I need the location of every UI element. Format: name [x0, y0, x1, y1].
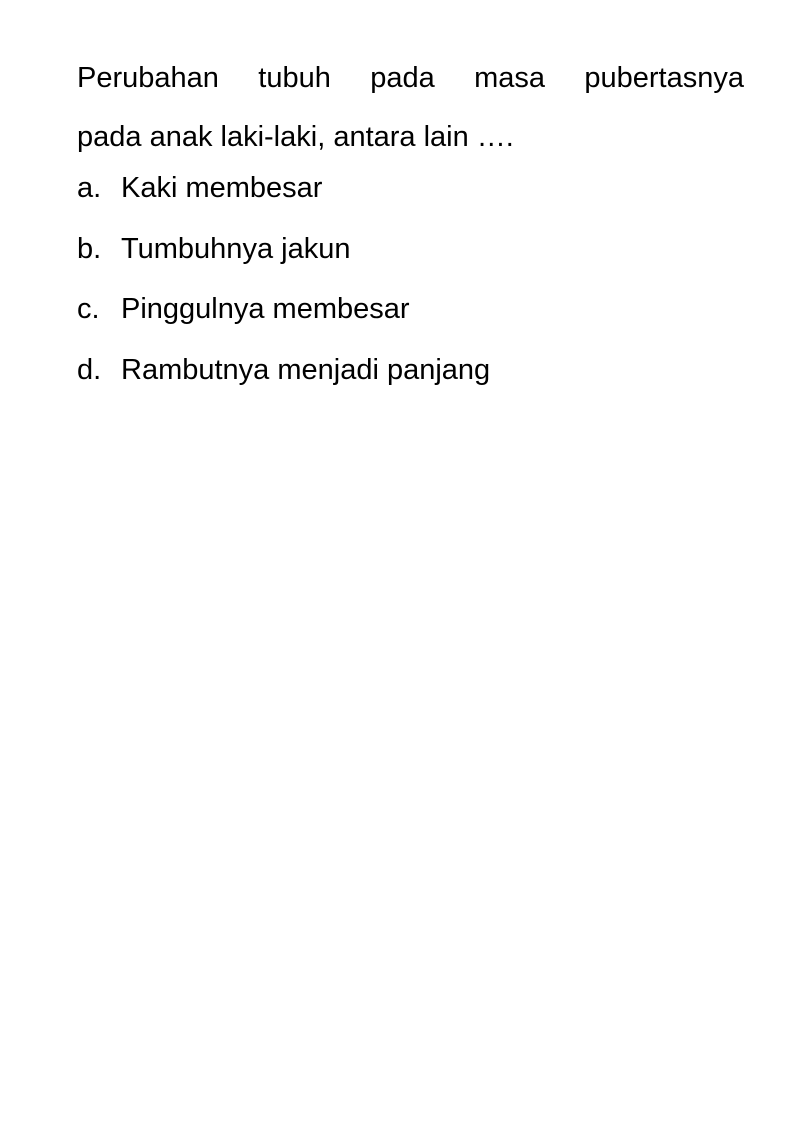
- option-d: d. Rambutnya menjadi panjang: [77, 340, 744, 401]
- option-letter: d.: [77, 353, 102, 386]
- option-text: Rambutnya menjadi panjang: [121, 353, 491, 386]
- option-letter: c.: [77, 293, 100, 325]
- option-text: Pinggulnya membesar: [121, 293, 410, 325]
- option-text: Tumbuhnya jakun: [121, 232, 351, 265]
- question-line-1: Perubahan tubuh pada masa pubertasnya: [77, 62, 744, 94]
- option-c: c. Pinggulnya membesar: [77, 279, 744, 340]
- option-letter: a.: [77, 172, 102, 204]
- document-page: Perubahan tubuh pada masa pubertasnya pa…: [0, 0, 794, 1123]
- option-letter: b.: [77, 232, 102, 265]
- option-text: Kaki membesar: [121, 172, 323, 204]
- option-a: a. Kaki membesar: [77, 158, 744, 219]
- question-text: Perubahan tubuh pada masa pubertasnya pa…: [77, 49, 744, 167]
- option-b: b. Tumbuhnya jakun: [77, 219, 744, 280]
- answer-options: a. Kaki membesar b. Tumbuhnya jakun c. P…: [77, 158, 744, 400]
